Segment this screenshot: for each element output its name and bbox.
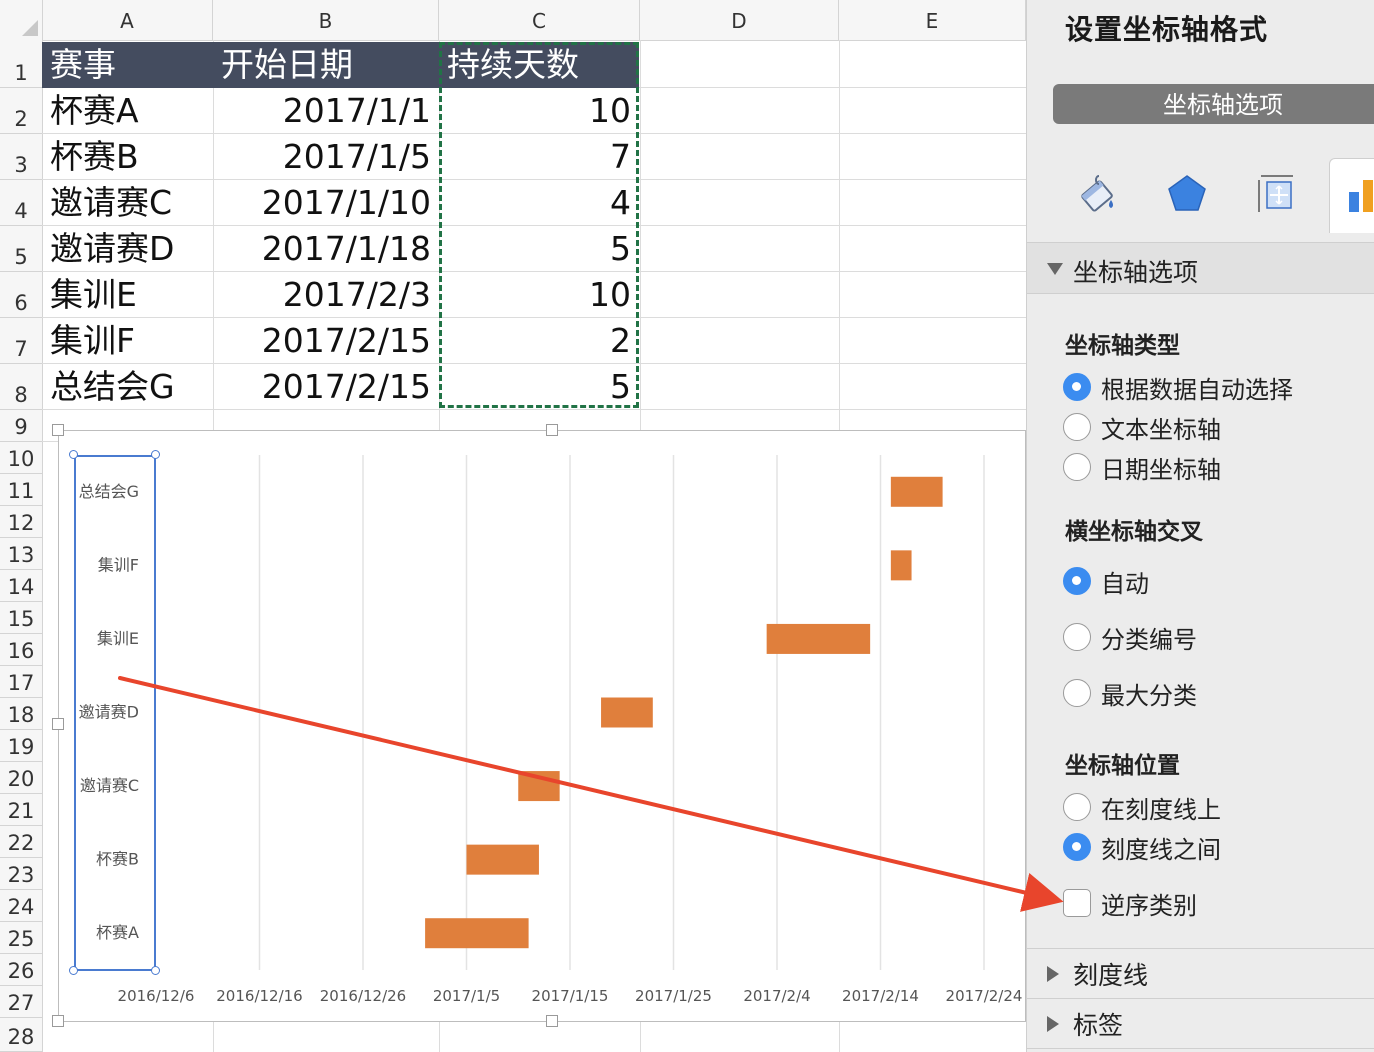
- radio-axis-type-text[interactable]: 文本坐标轴: [1063, 410, 1221, 444]
- collapse-triangle-icon: [1047, 263, 1063, 275]
- divider: [1027, 948, 1374, 949]
- x-tick-label: 2016/12/6: [118, 987, 195, 1005]
- reverse-categories-checkbox[interactable]: 逆序类别: [1063, 886, 1197, 920]
- ticks-section[interactable]: 刻度线: [1073, 956, 1148, 992]
- x-tick-label: 2017/1/15: [532, 987, 609, 1005]
- gantt-bar: [425, 918, 529, 949]
- x-tick-label: 2017/1/5: [433, 987, 500, 1005]
- radio-cross-auto[interactable]: 自动: [1063, 564, 1149, 598]
- divider: [1027, 1048, 1374, 1049]
- fill-bucket-icon[interactable]: [1071, 168, 1123, 220]
- option-label: 在刻度线上: [1101, 795, 1221, 824]
- option-label: 文本坐标轴: [1101, 415, 1221, 444]
- option-label: 日期坐标轴: [1101, 455, 1221, 484]
- x-tick-label: 2017/2/24: [946, 987, 1023, 1005]
- x-tick-label: 2016/12/26: [320, 987, 406, 1005]
- x-tick-label: 2017/2/14: [842, 987, 919, 1005]
- vertical-axis-selection[interactable]: [74, 455, 156, 971]
- radio-icon[interactable]: [1063, 623, 1091, 651]
- divider: [1027, 998, 1374, 999]
- gantt-bar: [601, 697, 653, 728]
- section-label: 坐标轴选项: [1073, 258, 1199, 287]
- radio-cross-category-number[interactable]: 分类编号: [1063, 620, 1197, 654]
- radio-axis-type-date[interactable]: 日期坐标轴: [1063, 450, 1221, 484]
- pane-title: 设置坐标轴格式: [1065, 13, 1269, 46]
- pentagon-effects-icon[interactable]: [1161, 168, 1213, 220]
- axis-type-title: 坐标轴类型: [1065, 333, 1180, 359]
- labels-section[interactable]: 标签: [1073, 1006, 1123, 1042]
- gantt-bar: [518, 771, 560, 802]
- radio-selected-icon[interactable]: [1063, 567, 1091, 595]
- option-label: 刻度线之间: [1101, 835, 1221, 864]
- axis-options-section-header[interactable]: 坐标轴选项: [1027, 242, 1374, 294]
- radio-axis-type-auto[interactable]: 根据数据自动选择: [1063, 370, 1293, 404]
- axis-handle[interactable]: [69, 966, 78, 975]
- radio-position-on-tick[interactable]: 在刻度线上: [1063, 790, 1221, 824]
- spreadsheet: A B C D E 1 2 3 4 5 6 7 8 9 10 11 12 13 14 15 16 17 18 19 2…: [0, 0, 1026, 1052]
- radio-cross-max-category[interactable]: 最大分类: [1063, 676, 1197, 710]
- gantt-bar: [890, 476, 943, 507]
- radio-icon[interactable]: [1063, 679, 1091, 707]
- axis-handle[interactable]: [151, 450, 160, 459]
- size-properties-icon[interactable]: [1251, 168, 1303, 220]
- axis-options-tab-button[interactable]: 坐标轴选项: [1053, 84, 1374, 124]
- format-axis-pane: 设置坐标轴格式 坐标轴选项 坐标轴选项 坐标轴类型 根据数据自动选择 文本坐标轴…: [1026, 0, 1374, 1052]
- option-label: 逆序类别: [1101, 891, 1197, 920]
- axis-handle[interactable]: [151, 966, 160, 975]
- option-label: 根据数据自动选择: [1101, 375, 1293, 404]
- option-label: 分类编号: [1101, 625, 1197, 654]
- option-label: 自动: [1101, 569, 1149, 598]
- radio-selected-icon[interactable]: [1063, 373, 1091, 401]
- radio-icon[interactable]: [1063, 413, 1091, 441]
- axis-options-icon[interactable]: [1339, 168, 1374, 220]
- radio-icon[interactable]: [1063, 793, 1091, 821]
- gantt-bar: [466, 844, 539, 875]
- option-label: 最大分类: [1101, 681, 1197, 710]
- axis-handle[interactable]: [69, 450, 78, 459]
- x-tick-label: 2017/2/4: [743, 987, 810, 1005]
- gantt-bar: [890, 550, 912, 581]
- expand-triangle-icon: [1047, 1016, 1059, 1032]
- radio-icon[interactable]: [1063, 453, 1091, 481]
- radio-selected-icon[interactable]: [1063, 833, 1091, 861]
- checkbox-icon[interactable]: [1063, 889, 1091, 917]
- gantt-bar: [766, 623, 871, 654]
- radio-position-between-ticks[interactable]: 刻度线之间: [1063, 830, 1221, 864]
- expand-triangle-icon: [1047, 966, 1059, 982]
- x-tick-label: 2016/12/16: [216, 987, 302, 1005]
- x-tick-label: 2017/1/25: [635, 987, 712, 1005]
- cross-title: 横坐标轴交叉: [1065, 519, 1203, 545]
- position-title: 坐标轴位置: [1065, 753, 1180, 779]
